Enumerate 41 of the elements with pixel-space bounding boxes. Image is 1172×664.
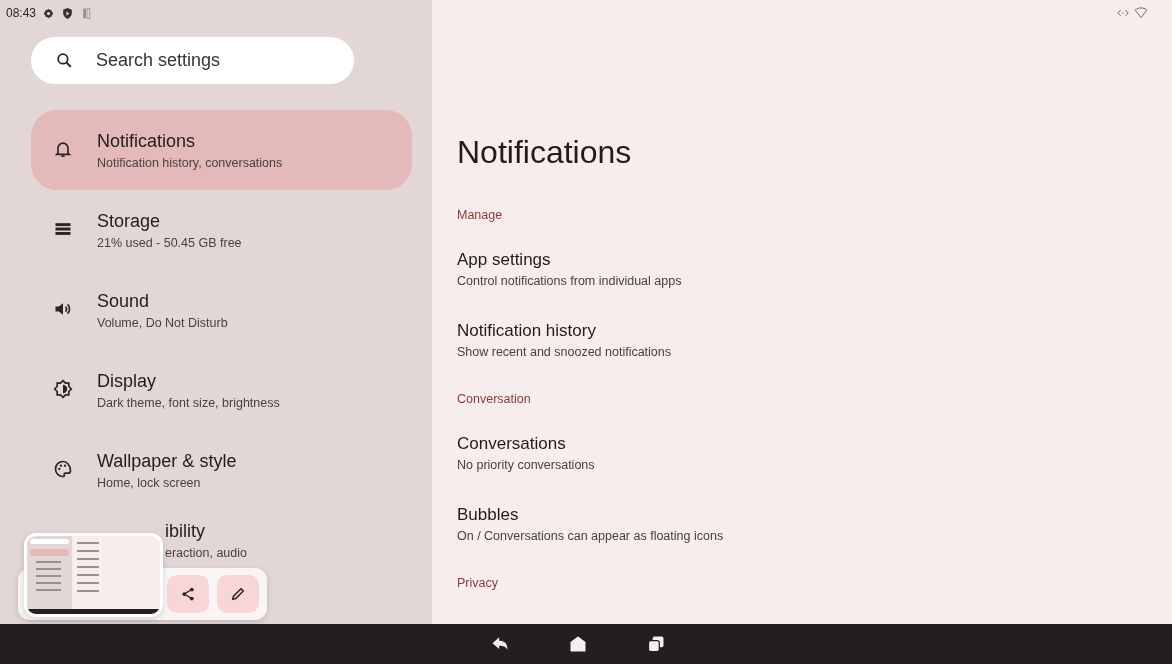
- item-subtitle: Notification history, conversations: [97, 155, 283, 170]
- section-header: Conversation: [457, 391, 532, 408]
- search-icon: [55, 51, 74, 70]
- item-title: Notifications: [97, 130, 197, 152]
- brightness-icon: [53, 379, 73, 399]
- home-icon[interactable]: [568, 634, 588, 654]
- preference-item[interactable]: App settings Control notifications from individual apps: [457, 233, 1172, 304]
- item-title: Sound: [97, 290, 151, 312]
- preference-item[interactable]: Bubbles On / Conversations can appear as floating icons: [457, 488, 1172, 559]
- sidebar-item[interactable]: Wallpaper & style Home, lock screen: [31, 430, 412, 510]
- item-title: ibility: [165, 520, 206, 542]
- search-field[interactable]: Search settings: [31, 37, 354, 84]
- share-button[interactable]: [167, 575, 209, 613]
- sidebar-item[interactable]: Notifications Notification history, conversations: [31, 110, 412, 190]
- sidebar-item[interactable]: Storage 21% used - 50.45 GB free: [31, 190, 412, 270]
- item-subtitle: Volume, Do Not Disturb: [97, 315, 228, 330]
- bell-icon: [53, 139, 73, 159]
- screenshot-thumbnail[interactable]: [24, 533, 163, 617]
- item-subtitle: Dark theme, font size, brightness: [97, 395, 280, 410]
- recents-icon[interactable]: [646, 634, 666, 654]
- item-subtitle: 21% used - 50.45 GB free: [97, 235, 242, 250]
- sidebar-item[interactable]: Display Dark theme, font size, brightness: [31, 350, 412, 430]
- gear-icon: [42, 6, 56, 20]
- pencil-icon: [229, 585, 247, 603]
- item-title: Storage: [97, 210, 162, 232]
- section-header: Privacy: [457, 575, 499, 592]
- section-header: Manage: [457, 207, 504, 224]
- sidebar-item[interactable]: Sound Volume, Do Not Disturb: [31, 270, 412, 350]
- edit-button[interactable]: [217, 575, 259, 613]
- page-title: Notifications: [457, 134, 633, 171]
- wifi-icon: [1134, 6, 1148, 20]
- palette-icon: [53, 459, 73, 479]
- item-title: Display: [97, 370, 158, 392]
- preference-item[interactable]: Notification history Show recent and snoozed notifications: [457, 304, 1172, 375]
- item-title: Wallpaper & style: [97, 450, 237, 472]
- item-subtitle: eraction, audio: [165, 545, 247, 560]
- shield-icon: [61, 6, 75, 20]
- preference-item[interactable]: Conversations No priority conversations: [457, 417, 1172, 488]
- sidebar-item[interactable]: ibility eraction, audio: [165, 512, 412, 568]
- item-subtitle: Home, lock screen: [97, 475, 202, 490]
- status-time: 08:43: [6, 6, 37, 20]
